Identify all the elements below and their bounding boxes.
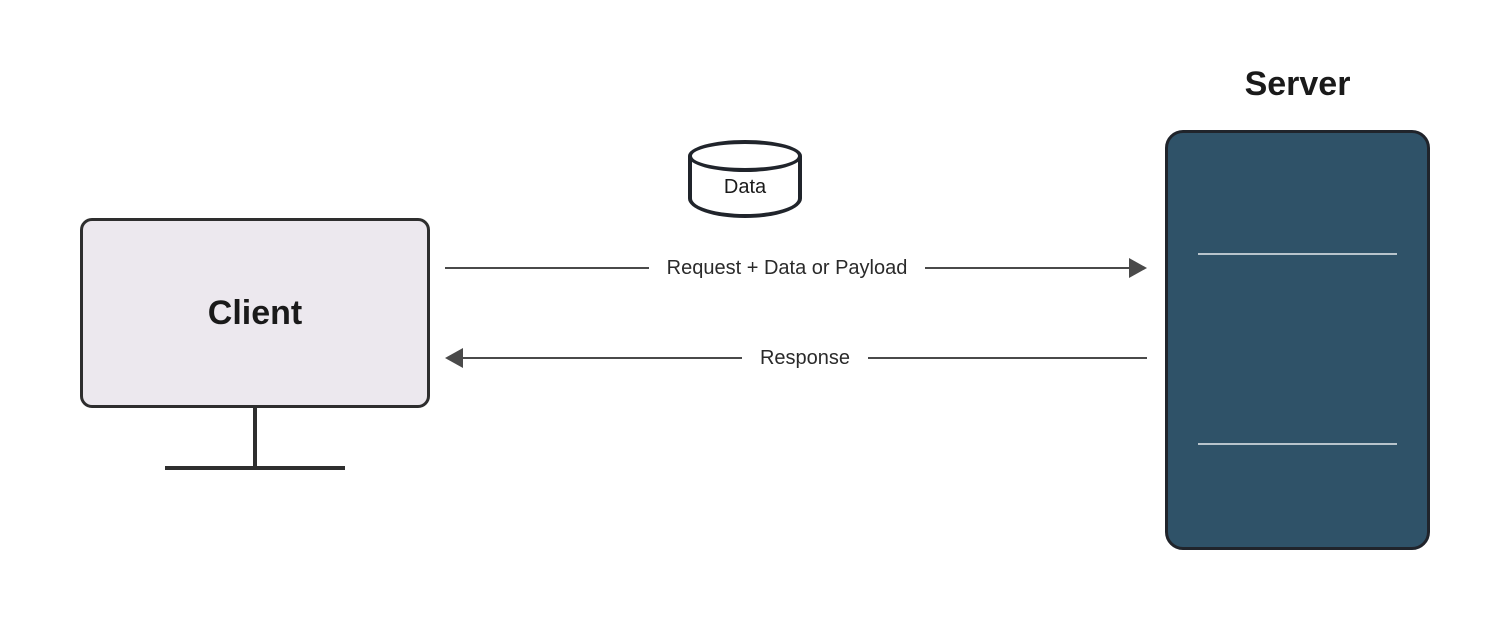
request-label: Request + Data or Payload <box>649 257 926 280</box>
diagram-stage: Client Server Data Request + Data or Pay… <box>0 0 1500 621</box>
client-node: Client <box>80 218 430 408</box>
server-icon <box>1165 130 1430 550</box>
response-label: Response <box>742 347 868 370</box>
arrow-line <box>445 267 649 269</box>
monitor-icon: Client <box>80 218 430 408</box>
server-title-box: Server <box>1185 48 1410 120</box>
server-label: Server <box>1245 65 1351 104</box>
arrowhead-left-icon <box>445 348 463 368</box>
arrowhead-right-icon <box>1129 258 1147 278</box>
server-slot-line <box>1198 253 1397 255</box>
request-arrow: Request + Data or Payload <box>445 254 1147 282</box>
server-slot-line <box>1198 443 1397 445</box>
cylinder-top <box>688 140 802 172</box>
client-label: Client <box>208 294 302 333</box>
monitor-base <box>165 466 345 470</box>
arrow-line <box>868 357 1147 359</box>
arrow-line <box>925 267 1129 269</box>
monitor-stand <box>253 408 257 466</box>
data-label: Data <box>724 176 766 199</box>
data-cylinder-icon: Data <box>688 140 802 218</box>
arrow-line <box>463 357 742 359</box>
response-arrow: Response <box>445 344 1147 372</box>
